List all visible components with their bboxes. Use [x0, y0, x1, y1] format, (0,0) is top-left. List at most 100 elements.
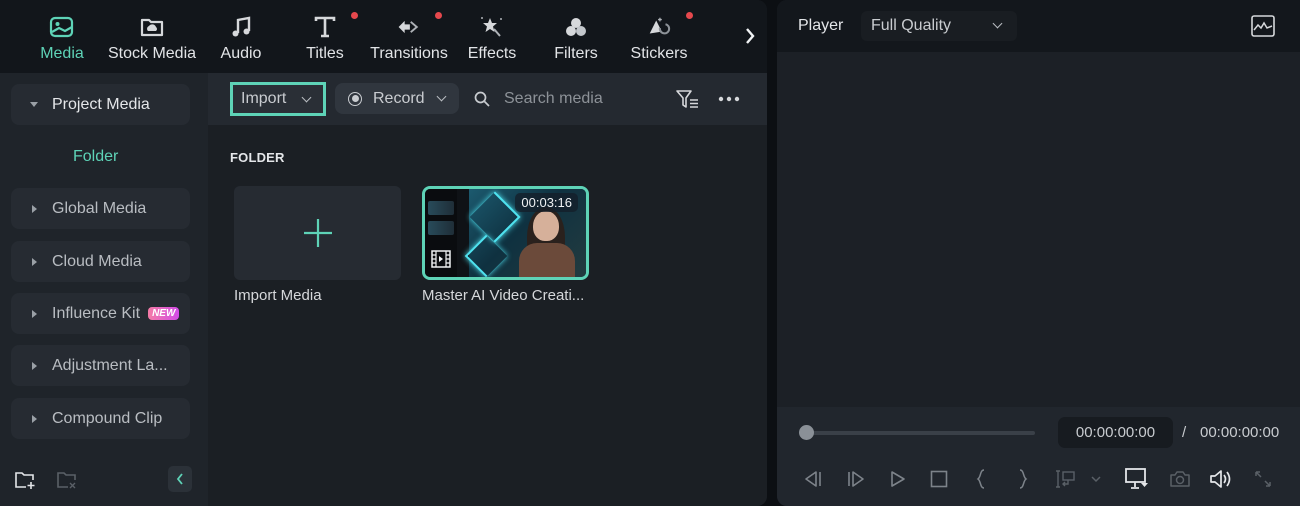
playback-scrubber[interactable] — [799, 425, 1035, 440]
player-title: Player — [798, 17, 844, 34]
chevron-down-icon — [436, 91, 447, 102]
search-box — [474, 83, 664, 114]
tab-label: Media — [40, 45, 84, 62]
fullscreen-icon — [1255, 471, 1271, 487]
stop-button[interactable] — [927, 468, 951, 490]
volume-button[interactable] — [1209, 468, 1233, 490]
sidebar-item-adjustment-layer[interactable]: Adjustment La... — [11, 345, 190, 386]
quality-dropdown[interactable]: Full Quality — [861, 11, 1017, 41]
display-settings-button[interactable] — [1125, 468, 1149, 490]
new-badge: NEW — [148, 307, 180, 320]
tab-stock-media[interactable]: Stock Media — [108, 0, 196, 73]
caret-right-icon — [32, 257, 37, 266]
next-frame-button[interactable] — [844, 468, 868, 490]
tab-audio[interactable]: Audio — [213, 0, 269, 73]
nav-scroll-right-button[interactable] — [738, 22, 762, 50]
sidebar-item-label: Cloud Media — [52, 252, 142, 270]
play-icon — [891, 471, 905, 487]
current-timecode[interactable]: 00:00:00:00 — [1058, 417, 1173, 448]
media-toolbar: Import Record — [208, 73, 767, 125]
volume-icon — [1210, 470, 1231, 488]
snapshot-button[interactable] — [1168, 468, 1192, 490]
filter-icon — [676, 90, 698, 108]
import-dropdown-button[interactable]: Import — [230, 82, 326, 116]
media-library: FOLDER Import Media 00:03:16 Master AI V… — [208, 125, 767, 506]
effects-icon — [479, 14, 505, 40]
filter-button[interactable] — [675, 87, 701, 111]
insert-icon — [1056, 470, 1075, 488]
tab-titles[interactable]: Titles — [300, 0, 350, 73]
video-clip-icon — [431, 250, 451, 268]
mark-in-icon — [976, 469, 985, 489]
notification-dot — [435, 12, 442, 19]
display-settings-icon — [1125, 468, 1148, 489]
quality-value: Full Quality — [871, 17, 952, 34]
collapse-sidebar-button[interactable] — [168, 466, 192, 492]
sidebar-item-label: Influence Kit — [52, 304, 141, 322]
sidebar-item-label: Project Media — [52, 95, 150, 113]
total-duration: 00:00:00:00 — [1200, 424, 1280, 441]
import-media-label: Import Media — [234, 287, 322, 304]
caret-down-icon — [30, 102, 38, 107]
timecode-separator: / — [1182, 424, 1187, 441]
sidebar-item-global-media[interactable]: Global Media — [11, 188, 190, 229]
filters-icon — [563, 14, 589, 40]
delete-folder-button[interactable] — [55, 468, 79, 492]
tab-stickers[interactable]: Stickers — [630, 0, 688, 73]
sidebar-subitem-folder[interactable]: Folder — [73, 148, 118, 166]
import-media-tile[interactable] — [234, 186, 401, 280]
media-item-name: Master AI Video Creati... — [422, 287, 585, 304]
record-dropdown-button[interactable]: Record — [335, 83, 459, 114]
caret-right-icon — [32, 204, 37, 213]
tab-effects[interactable]: Effects — [466, 0, 518, 73]
tab-label: Filters — [554, 45, 598, 62]
transitions-icon — [396, 14, 422, 40]
fullscreen-button[interactable] — [1251, 468, 1275, 490]
caret-right-icon — [32, 361, 37, 370]
sidebar-item-compound-clip[interactable]: Compound Clip — [11, 398, 190, 439]
player-header: Player Full Quality — [777, 0, 1300, 52]
more-horizontal-icon — [718, 96, 740, 102]
media-icon — [49, 14, 75, 40]
waveform-monitor-icon[interactable] — [1251, 15, 1275, 37]
playback-controls: 00:00:00:00 / 00:00:00:00 — [777, 407, 1300, 506]
stock-media-icon — [139, 14, 165, 40]
music-note-icon — [228, 14, 254, 40]
tab-label: Effects — [467, 45, 517, 62]
video-thumbnail: 00:03:16 — [425, 189, 586, 277]
record-icon — [348, 91, 362, 106]
sidebar-item-project-media[interactable]: Project Media — [11, 84, 190, 125]
previous-frame-button[interactable] — [801, 468, 825, 490]
mark-in-button[interactable] — [969, 468, 993, 490]
scrubber-handle[interactable] — [799, 425, 814, 440]
sidebar-item-label: Global Media — [52, 199, 147, 217]
sidebar-item-influence-kit[interactable]: Influence Kit NEW — [11, 293, 190, 334]
notification-dot — [351, 12, 358, 19]
sidebar-item-cloud-media[interactable]: Cloud Media — [11, 241, 190, 282]
tab-filters[interactable]: Filters — [551, 0, 601, 73]
next-frame-icon — [848, 471, 864, 487]
search-input[interactable] — [504, 89, 654, 108]
chevron-down-icon — [301, 92, 312, 103]
media-item-thumbnail[interactable]: 00:03:16 — [422, 186, 589, 280]
tab-media[interactable]: Media — [34, 0, 90, 73]
insert-options-dropdown[interactable] — [1084, 468, 1108, 490]
mark-out-icon — [1019, 469, 1028, 489]
sidebar-footer — [0, 465, 208, 495]
tab-transitions[interactable]: Transitions — [370, 0, 448, 73]
mark-out-button[interactable] — [1011, 468, 1035, 490]
tab-label: Stock Media — [107, 45, 197, 62]
video-preview[interactable] — [777, 52, 1300, 407]
media-sidebar: Project Media Folder Global Media Cloud … — [0, 73, 208, 506]
insert-button[interactable] — [1054, 468, 1078, 490]
top-navigation: Media Stock Media Audio Titles Transitio… — [0, 0, 767, 73]
caret-right-icon — [32, 414, 37, 423]
player-panel: Player Full Quality 00:00:00:00 / 00:00:… — [777, 0, 1300, 506]
duration-badge: 00:03:16 — [515, 193, 578, 212]
new-folder-button[interactable] — [13, 468, 37, 492]
new-folder-icon — [15, 472, 35, 489]
person-image — [515, 207, 575, 277]
app-window: Media Stock Media Audio Titles Transitio… — [0, 0, 1300, 506]
more-options-button[interactable] — [716, 87, 742, 111]
play-button[interactable] — [886, 468, 910, 490]
